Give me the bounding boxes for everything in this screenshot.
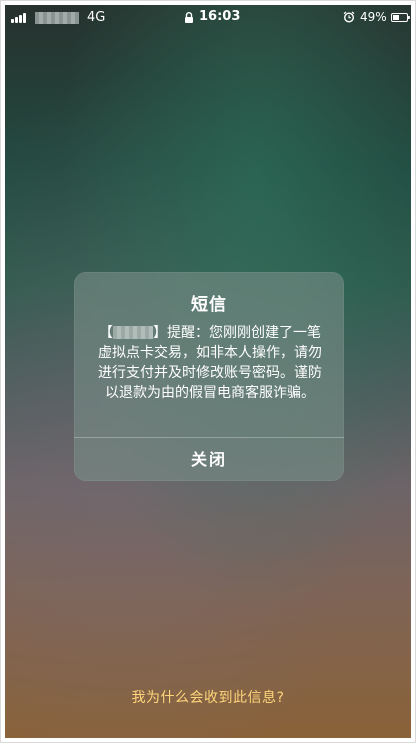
battery-fill bbox=[393, 15, 399, 20]
alarm-icon bbox=[343, 11, 355, 23]
signal-icon bbox=[11, 13, 31, 23]
status-time: 16:03 bbox=[199, 9, 241, 24]
status-bar: 4G 16:03 49% bbox=[5, 5, 411, 31]
lock-icon bbox=[185, 12, 193, 23]
battery-icon bbox=[391, 13, 410, 22]
lock-screen: 4G 16:03 49% 短信 【】提醒：您刚刚创建了一笔虚拟点卡交易，如非本人… bbox=[5, 5, 411, 738]
dialog-message: 【】提醒：您刚刚创建了一笔虚拟点卡交易，如非本人操作，请勿进行支付并及时修改账号… bbox=[96, 323, 324, 403]
sender-name-redacted bbox=[113, 326, 153, 339]
screenshot-frame: 4G 16:03 49% 短信 【】提醒：您刚刚创建了一笔虚拟点卡交易，如非本人… bbox=[0, 0, 416, 743]
sender-bracket-close: 】 bbox=[153, 325, 167, 341]
why-received-link[interactable]: 我为什么会收到此信息? bbox=[5, 687, 411, 707]
dialog-title: 短信 bbox=[191, 295, 227, 315]
battery-percent: 49% bbox=[360, 10, 387, 24]
sms-alert-dialog: 短信 【】提醒：您刚刚创建了一笔虚拟点卡交易，如非本人操作，请勿进行支付并及时修… bbox=[74, 272, 344, 481]
network-type: 4G bbox=[87, 10, 106, 25]
carrier-name-redacted bbox=[35, 12, 79, 24]
close-button[interactable]: 关闭 bbox=[74, 438, 344, 481]
sender-bracket-open: 【 bbox=[99, 325, 113, 341]
